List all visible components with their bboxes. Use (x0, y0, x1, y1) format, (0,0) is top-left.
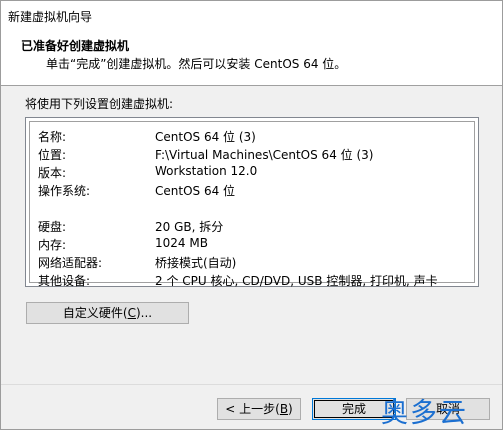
summary-key: 名称: (38, 130, 67, 144)
footer-divider (1, 384, 502, 385)
summary-key: 版本: (38, 166, 67, 180)
button-label-post: ) (288, 402, 293, 416)
summary-value: 20 GB, 拆分 (155, 220, 224, 234)
summary-key: 位置: (38, 148, 67, 162)
window-title: 新建虚拟机向导 (8, 10, 93, 24)
button-label-post: )... (135, 306, 153, 320)
new-vm-wizard-window: 新建虚拟机向导 已准备好创建虚拟机 单击“完成”创建虚拟机。然后可以安装 Cen… (0, 0, 503, 430)
wizard-header: 已准备好创建虚拟机 单击“完成”创建虚拟机。然后可以安装 CentOS 64 位… (1, 31, 502, 86)
summary-row-name: 名称: CentOS 64 位 (3) (38, 128, 478, 145)
summary-row-os: 操作系统: CentOS 64 位 (38, 182, 478, 199)
summary-row-memory: 内存: 1024 MB (38, 236, 478, 253)
summary-key: 网络适配器: (38, 256, 103, 270)
summary-value: CentOS 64 位 (155, 184, 236, 198)
summary-value: 1024 MB (155, 236, 208, 250)
summary-row-disk: 硬盘: 20 GB, 拆分 (38, 218, 478, 235)
button-accesskey: C (127, 306, 136, 320)
intro-text: 将使用下列设置创建虚拟机: (25, 97, 174, 111)
summary-value: 2 个 CPU 核心, CD/DVD, USB 控制器, 打印机, 声卡 (155, 274, 438, 288)
customize-hardware-button[interactable]: 自定义硬件(C)... (26, 302, 189, 324)
watermark-logo: 奥多云 (381, 398, 468, 429)
button-accesskey: B (279, 402, 289, 416)
button-label-pre: 自定义硬件( (62, 306, 128, 320)
summary-row-version: 版本: Workstation 12.0 (38, 164, 478, 181)
summary-key: 其他设备: (38, 274, 91, 288)
summary-value: 桥接模式(自动) (155, 256, 237, 270)
summary-value: Workstation 12.0 (155, 164, 258, 178)
summary-value: CentOS 64 位 (3) (155, 130, 256, 144)
title-bar: 新建虚拟机向导 (1, 1, 502, 31)
summary-key: 内存: (38, 238, 67, 252)
settings-summary-box: 名称: CentOS 64 位 (3) 位置: F:\Virtual Machi… (25, 117, 479, 288)
header-title: 已准备好创建虚拟机 (21, 39, 130, 53)
summary-value: F:\Virtual Machines\CentOS 64 位 (3) (155, 148, 374, 162)
button-label-pre: < 上一步( (225, 402, 280, 416)
settings-summary-inner: 名称: CentOS 64 位 (3) 位置: F:\Virtual Machi… (29, 121, 478, 288)
summary-key: 操作系统: (38, 184, 91, 198)
summary-row-network: 网络适配器: 桥接模式(自动) (38, 254, 478, 271)
summary-key: 硬盘: (38, 220, 67, 234)
summary-row-other-devices: 其他设备: 2 个 CPU 核心, CD/DVD, USB 控制器, 打印机, … (38, 272, 478, 289)
header-subtitle: 单击“完成”创建虚拟机。然后可以安装 CentOS 64 位。 (46, 57, 347, 71)
summary-row-location: 位置: F:\Virtual Machines\CentOS 64 位 (3) (38, 146, 478, 163)
back-button[interactable]: < 上一步(B) (217, 398, 301, 420)
